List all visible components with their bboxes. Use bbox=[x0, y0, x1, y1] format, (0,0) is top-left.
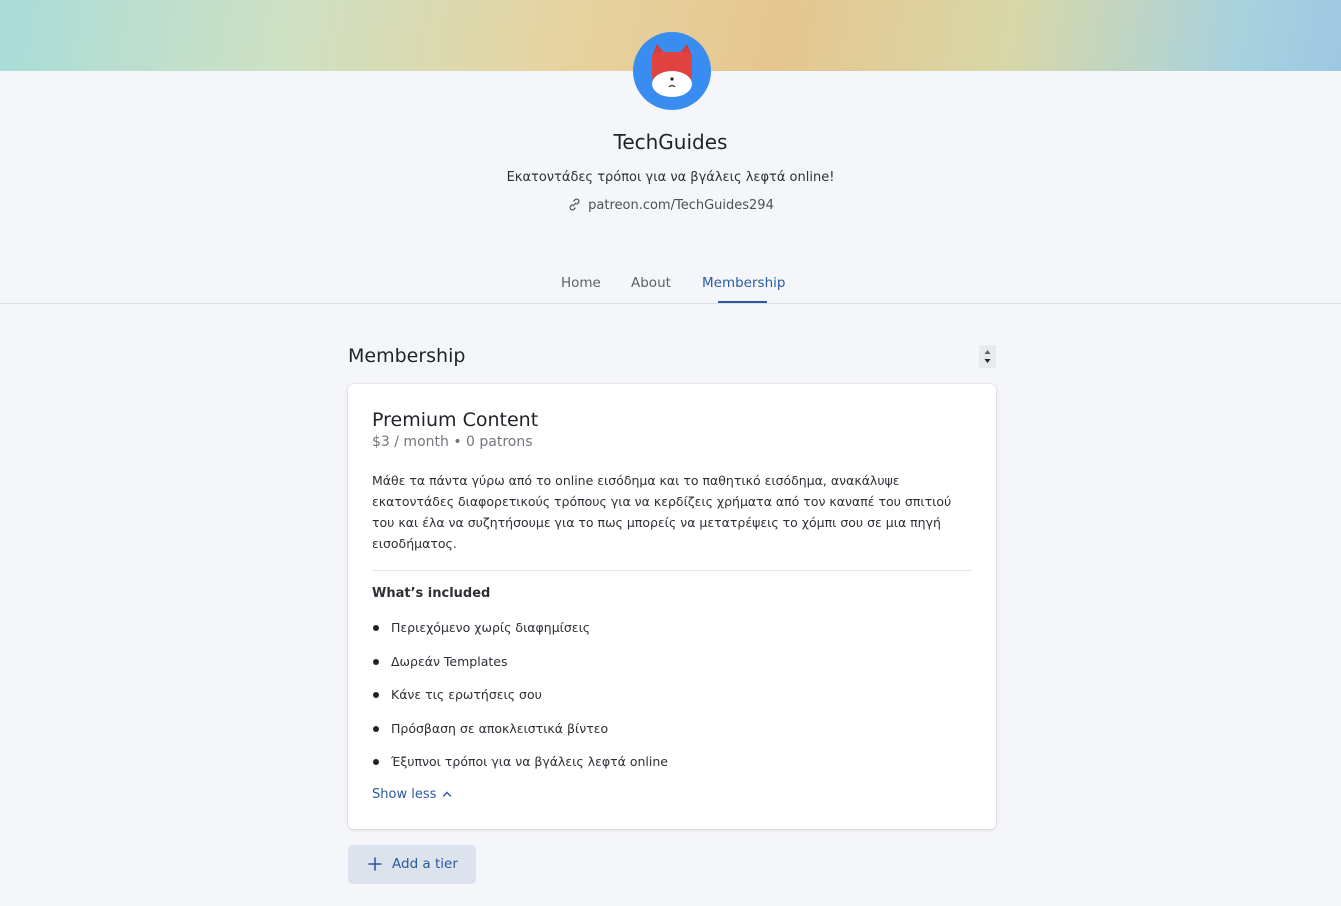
tab-about[interactable]: About bbox=[631, 275, 671, 291]
show-less-link[interactable]: Show less bbox=[372, 787, 452, 802]
benefit-text: Περιεχόμενο χωρίς διαφημίσεις bbox=[391, 620, 591, 635]
arrow-up-icon bbox=[984, 350, 991, 354]
benefits-list: Περιεχόμενο χωρίς διαφημίσεις Δωρεάν Tem… bbox=[372, 616, 668, 784]
divider bbox=[372, 570, 972, 571]
bullet-icon bbox=[373, 625, 379, 631]
benefit-text: Έξυπνοι τρόποι για να βγάλεις λεφτά onli… bbox=[391, 754, 668, 769]
bullet-icon bbox=[373, 759, 379, 765]
section-title: Membership bbox=[348, 345, 466, 367]
bullet-icon bbox=[373, 658, 379, 665]
benefit-text: Πρόσβαση σε αποκλειστικά βίντεο bbox=[391, 720, 609, 736]
tier-card: Premium Content $3 / month • 0 patrons Μ… bbox=[348, 384, 996, 829]
add-tier-label: Add a tier bbox=[392, 856, 458, 872]
profile-link[interactable]: patreon.com/TechGuides294 bbox=[0, 197, 1341, 216]
avatar[interactable] bbox=[633, 32, 711, 110]
profile-tabs: Home About Membership bbox=[0, 268, 1341, 304]
chevron-up-icon bbox=[442, 787, 452, 802]
list-item: Δωρεάν Templates bbox=[372, 650, 668, 684]
add-tier-button[interactable]: Add a tier bbox=[348, 845, 476, 884]
scroll-arrows[interactable] bbox=[979, 345, 996, 368]
bullet-icon bbox=[373, 692, 379, 698]
link-icon bbox=[567, 197, 582, 216]
show-less-label: Show less bbox=[372, 787, 437, 802]
benefit-text: Κάνε τις ερωτήσεις σου bbox=[391, 687, 542, 702]
tab-home[interactable]: Home bbox=[561, 275, 601, 291]
fox-mascot-icon bbox=[652, 44, 692, 97]
tier-name: Premium Content bbox=[372, 409, 539, 431]
plus-icon bbox=[368, 857, 382, 875]
tab-membership[interactable]: Membership bbox=[702, 275, 785, 291]
list-item: Κάνε τις ερωτήσεις σου bbox=[372, 683, 668, 717]
tier-price: $3 / month • 0 patrons bbox=[372, 434, 533, 450]
list-item: Έξυπνοι τρόποι για να βγάλεις λεφτά onli… bbox=[372, 750, 668, 784]
active-tab-indicator bbox=[718, 301, 767, 303]
benefit-text: Δωρεάν Templates bbox=[391, 653, 508, 669]
list-item: Περιεχόμενο χωρίς διαφημίσεις bbox=[372, 616, 668, 650]
bullet-icon bbox=[373, 725, 379, 732]
list-item: Πρόσβαση σε αποκλειστικά βίντεο bbox=[372, 717, 668, 751]
included-title: What’s included bbox=[372, 586, 491, 601]
creator-tagline: Εκατοντάδες τρόποι για να βγάλεις λεφτά … bbox=[506, 170, 835, 185]
creator-name: TechGuides bbox=[613, 130, 728, 154]
tier-description: Μάθε τα πάντα γύρω από το online εισόδημ… bbox=[372, 473, 952, 551]
arrow-down-icon bbox=[984, 359, 991, 363]
profile-link-text: patreon.com/TechGuides294 bbox=[588, 198, 774, 213]
